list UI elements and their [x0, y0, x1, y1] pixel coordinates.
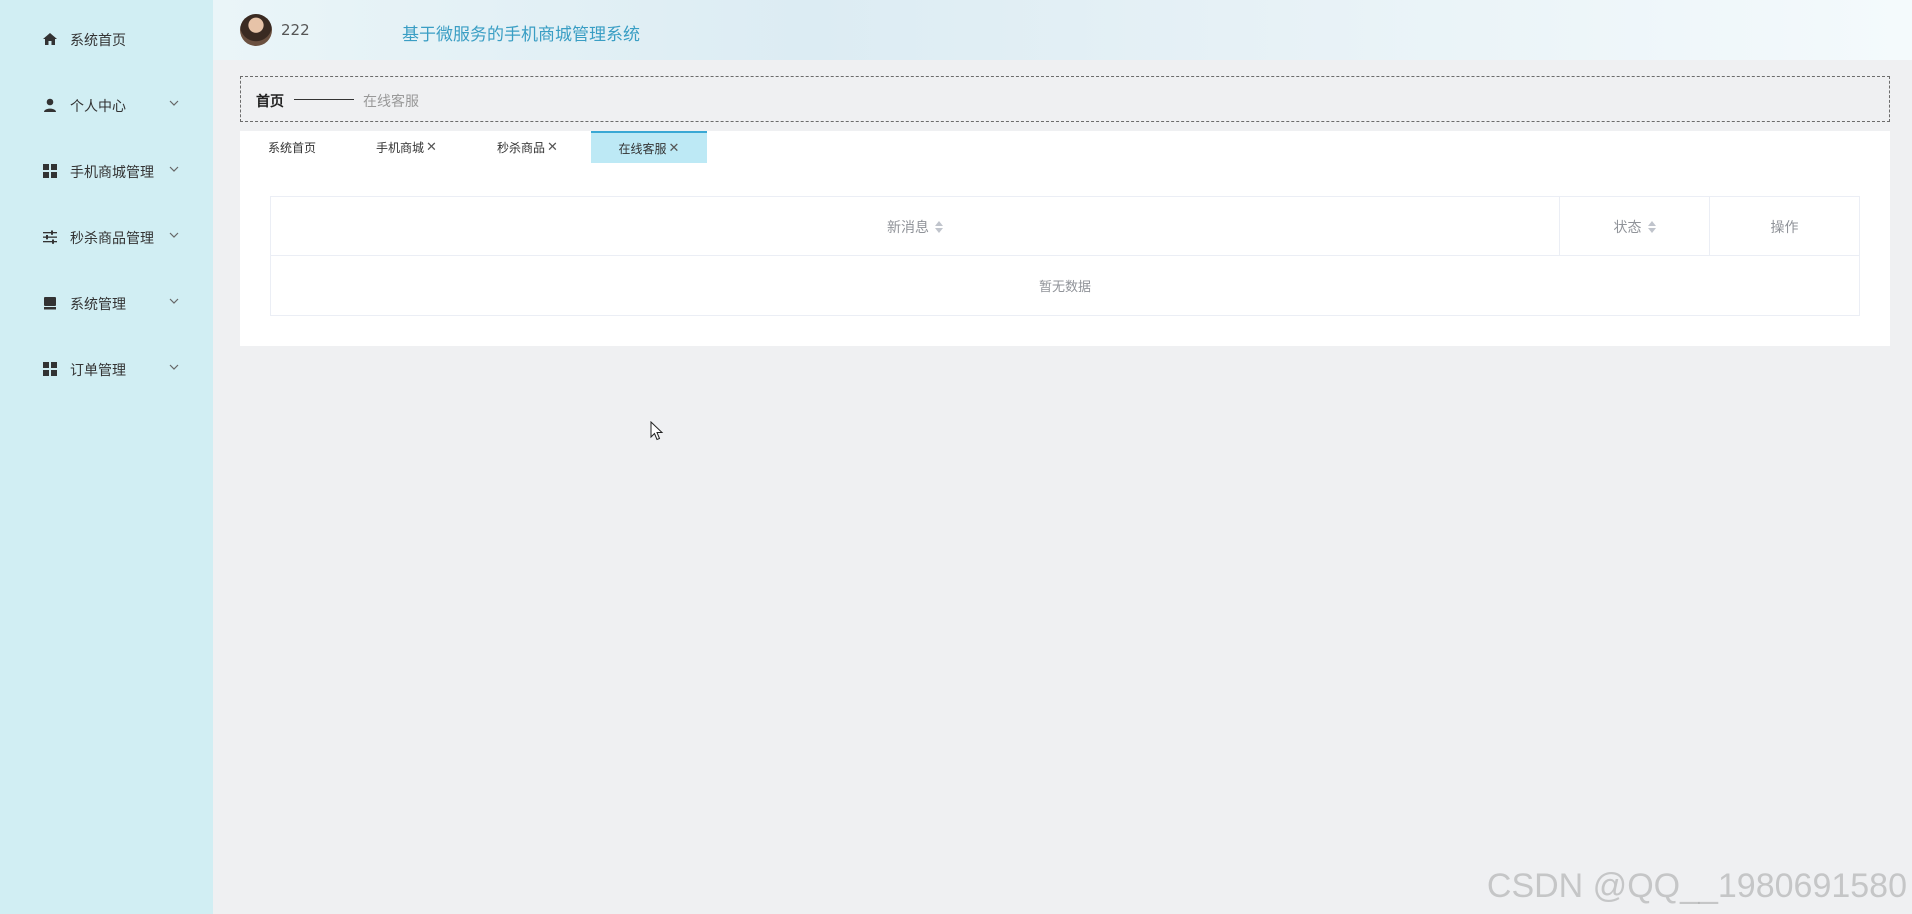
- empty-state: 暂无数据: [1038, 280, 1091, 295]
- tab-flash-sale[interactable]: 秒杀商品 ✕: [497, 131, 558, 163]
- sidebar-item-flash-sale-management[interactable]: 秒杀商品管理: [0, 205, 213, 271]
- sidebar: 系统首页 个人中心 手机商城管理 秒杀商品管理 系统管理 订单管理: [0, 0, 213, 914]
- sidebar-item-label: 系统管理: [70, 297, 126, 313]
- chevron-down-icon: [169, 364, 179, 370]
- sort-icon[interactable]: [935, 220, 943, 233]
- tab-system-home[interactable]: 系统首页: [268, 131, 316, 163]
- tab-label: 在线客服: [618, 141, 667, 156]
- chevron-down-icon: [169, 166, 179, 172]
- close-icon[interactable]: ✕: [669, 141, 680, 156]
- messages-table: 新消息 状态 操作 暂无数据: [270, 196, 1860, 316]
- sidebar-item-system-management[interactable]: 系统管理: [0, 271, 213, 337]
- device-icon: [44, 297, 56, 310]
- chevron-down-icon: [169, 232, 179, 238]
- sidebar-item-order-management[interactable]: 订单管理: [0, 337, 213, 403]
- sliders-icon: [43, 230, 57, 244]
- breadcrumb: 首页 在线客服: [240, 76, 1890, 122]
- username[interactable]: 222: [281, 21, 310, 39]
- tab-phone-mall[interactable]: 手机商城 ✕: [376, 131, 437, 163]
- tab-label: 秒杀商品: [497, 140, 546, 155]
- content-panel: 系统首页 手机商城 ✕ 秒杀商品 ✕ 在线客服 ✕ 新消息 状态 操作 暂无数据: [240, 131, 1890, 346]
- mouse-cursor-icon: [650, 421, 664, 441]
- grid-icon: [43, 164, 57, 178]
- grid-icon: [43, 362, 57, 376]
- column-header-status[interactable]: 状态: [1560, 197, 1710, 256]
- column-header-label: 状态: [1613, 219, 1642, 236]
- sidebar-item-label: 手机商城管理: [70, 165, 154, 181]
- sidebar-item-personal-center[interactable]: 个人中心: [0, 73, 213, 139]
- table-header: 新消息 状态 操作: [271, 197, 1859, 256]
- sidebar-item-home[interactable]: 系统首页: [0, 7, 213, 73]
- home-icon: [43, 33, 57, 45]
- watermark: CSDN @QQ__1980691580: [1486, 867, 1907, 905]
- column-header-actions: 操作: [1710, 197, 1859, 256]
- sort-icon[interactable]: [1647, 220, 1656, 233]
- breadcrumb-home[interactable]: 首页: [256, 91, 284, 111]
- tab-label: 系统首页: [268, 140, 317, 155]
- chevron-down-icon: [169, 100, 179, 106]
- user-icon: [44, 98, 56, 112]
- column-header-new-message[interactable]: 新消息: [271, 197, 1560, 256]
- sidebar-item-label: 订单管理: [70, 363, 126, 379]
- close-icon[interactable]: ✕: [426, 140, 437, 155]
- breadcrumb-current: 在线客服: [363, 94, 419, 110]
- sidebar-item-label: 秒杀商品管理: [70, 231, 154, 247]
- breadcrumb-separator: [294, 99, 354, 100]
- chevron-down-icon: [169, 298, 179, 304]
- sidebar-item-phone-mall-management[interactable]: 手机商城管理: [0, 139, 213, 205]
- tab-label: 手机商城: [376, 140, 425, 155]
- sidebar-item-label: 系统首页: [70, 33, 126, 49]
- avatar[interactable]: [240, 14, 272, 46]
- column-header-label: 新消息: [887, 219, 929, 236]
- close-icon[interactable]: ✕: [547, 140, 558, 155]
- sidebar-item-label: 个人中心: [70, 99, 126, 115]
- column-header-label: 操作: [1770, 219, 1799, 236]
- tab-online-service[interactable]: 在线客服 ✕: [591, 131, 707, 163]
- page-title: 基于微服务的手机商城管理系统: [402, 25, 640, 45]
